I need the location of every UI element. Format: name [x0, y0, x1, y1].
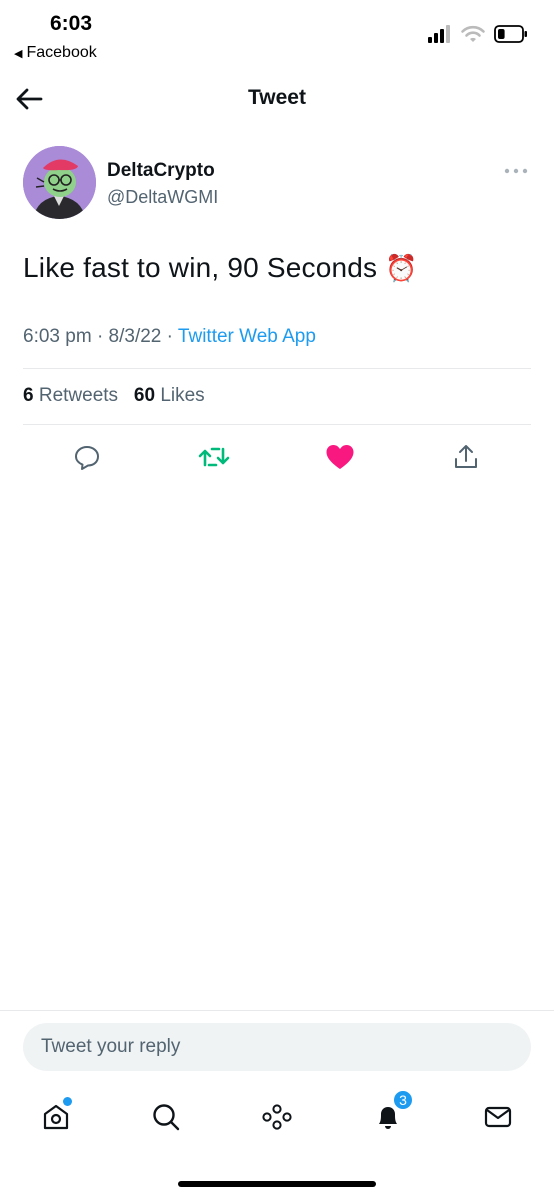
status-time: 6:03 — [50, 12, 93, 35]
back-app-label: Facebook — [26, 44, 97, 61]
likes-label: Likes — [160, 385, 205, 406]
reply-button[interactable] — [70, 440, 104, 474]
meta-separator: · — [96, 326, 104, 347]
tab-messages[interactable] — [476, 1095, 520, 1139]
tab-spaces[interactable] — [255, 1095, 299, 1139]
retweets-count: 6 — [23, 385, 34, 406]
tweet-actions — [0, 440, 554, 474]
wifi-icon — [461, 25, 485, 42]
likes-count: 60 — [133, 385, 156, 406]
search-icon — [153, 1104, 180, 1131]
battery-icon — [494, 25, 527, 43]
share-icon — [455, 445, 477, 468]
home-indicator — [178, 1181, 376, 1187]
retweet-icon — [198, 447, 230, 467]
messages-icon — [484, 1106, 512, 1128]
unread-dot — [63, 1097, 72, 1106]
tweet-text: Like fast to win, 90 Seconds ⏰ — [23, 252, 418, 284]
tab-home[interactable] — [34, 1095, 78, 1139]
retweets-label: Retweets — [38, 385, 119, 406]
tweet-body: Like fast to win, 90 Seconds — [23, 252, 378, 283]
divider — [0, 1010, 554, 1011]
tab-notifications[interactable]: 3 — [366, 1089, 414, 1139]
tweet-source-link[interactable]: Twitter Web App — [178, 326, 316, 347]
likes-stat[interactable]: 60 Likes — [134, 385, 205, 406]
meta-separator: · — [166, 326, 173, 347]
tweet-date: 8/3/22 — [108, 326, 162, 347]
tweet-meta: 6:03 pm · 8/3/22 · Twitter Web App — [23, 326, 316, 348]
author-display-name[interactable]: DeltaCrypto — [107, 160, 215, 182]
back-triangle-icon: ◀ — [14, 47, 23, 60]
status-bar: 6:03 ◀ Facebook — [0, 0, 554, 70]
page-header: Tweet — [0, 76, 554, 122]
author-handle[interactable]: @DeltaWGMI — [107, 187, 218, 208]
avatar-illustration — [23, 146, 96, 219]
reply-input[interactable] — [23, 1023, 531, 1071]
status-icons — [428, 24, 528, 44]
more-options-icon[interactable] — [503, 166, 529, 176]
like-button[interactable] — [323, 440, 357, 474]
reply-icon — [75, 446, 99, 470]
cellular-signal-icon — [428, 25, 450, 43]
tweet-time: 6:03 pm — [23, 326, 92, 347]
divider — [23, 368, 531, 369]
tweet-stats: 6 Retweets 60 Likes — [23, 385, 205, 407]
share-button[interactable] — [449, 440, 483, 474]
tweet-author: DeltaCrypto @DeltaWGMI — [23, 146, 531, 220]
notification-badge: 3 — [392, 1089, 414, 1111]
tab-search[interactable] — [144, 1095, 188, 1139]
alarm-clock-emoji: ⏰ — [385, 253, 418, 283]
reply-box[interactable] — [23, 1023, 531, 1071]
avatar[interactable] — [23, 146, 96, 219]
heart-icon — [326, 445, 354, 469]
bottom-tab-bar: 3 — [0, 1089, 554, 1139]
page-title: Tweet — [248, 86, 306, 109]
back-to-app-link[interactable]: ◀ Facebook — [14, 44, 97, 62]
divider — [23, 424, 531, 425]
spaces-icon — [262, 1104, 292, 1130]
retweets-stat[interactable]: 6 Retweets — [23, 385, 118, 406]
retweet-button[interactable] — [197, 440, 231, 474]
